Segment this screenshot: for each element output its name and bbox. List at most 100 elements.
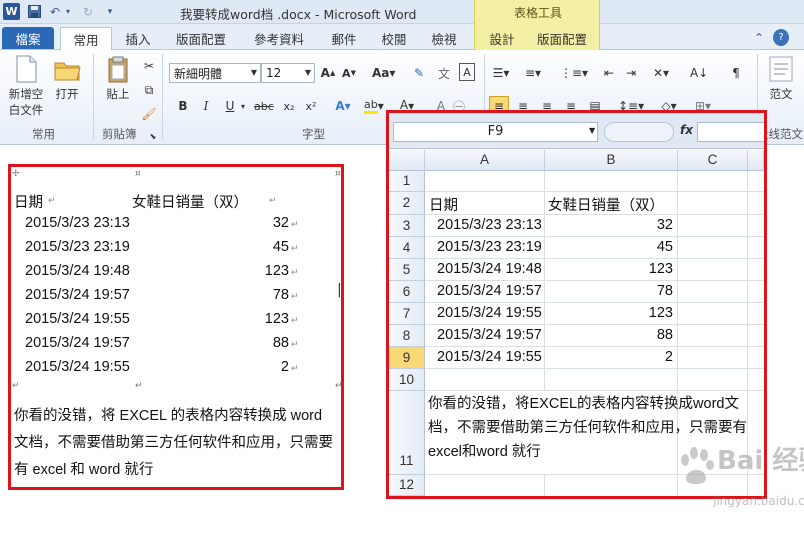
table-cell-date[interactable]: 2015/3/24 19:55 (25, 311, 130, 327)
column-header-b[interactable]: B (545, 150, 678, 171)
row-header[interactable]: 12 (389, 475, 425, 496)
cell-date[interactable]: 2015/3/24 19:48 (437, 261, 542, 277)
table-cell-date[interactable]: 2015/3/23 23:13 (25, 215, 130, 231)
text-effects-icon[interactable]: A▾ (334, 96, 352, 116)
subscript-icon[interactable]: x₂ (280, 96, 298, 116)
row-header[interactable]: 11 (389, 391, 425, 475)
tab-page-layout[interactable]: 版面配置 (170, 27, 232, 49)
table-cell-value[interactable]: 32 (273, 215, 289, 231)
cell-date[interactable]: 2015/3/23 23:19 (437, 239, 542, 255)
row-header[interactable]: 5 (389, 259, 425, 281)
show-formatting-marks-icon[interactable]: ¶ (727, 63, 745, 83)
chevron-down-icon[interactable]: ▼ (589, 126, 595, 135)
numbering-icon[interactable]: ≡▾ (524, 63, 542, 83)
row-header[interactable]: 7 (389, 303, 425, 325)
table-cell-value[interactable]: 88 (273, 335, 289, 351)
cell-b2[interactable]: 女鞋日销量（双） (548, 194, 664, 215)
help-icon[interactable]: ? (773, 29, 789, 46)
cell-value[interactable]: 2 (549, 349, 673, 365)
name-box[interactable]: F9 (393, 122, 598, 142)
redo-icon[interactable]: ↻ (80, 3, 96, 20)
cell-value[interactable]: 45 (549, 239, 673, 255)
table-cell-date[interactable]: 2015/3/24 19:57 (25, 287, 130, 303)
ribbon-minimize-icon[interactable]: ⌃ (752, 29, 766, 46)
formula-input[interactable] (697, 122, 764, 142)
tab-insert[interactable]: 插入 (118, 27, 158, 49)
column-header-a[interactable]: A (425, 150, 545, 171)
cut-icon[interactable]: ✂ (140, 56, 158, 76)
increase-indent-icon[interactable]: ⇥ (622, 63, 640, 83)
copy-icon[interactable]: ⧉ (140, 80, 158, 100)
clear-format-icon[interactable]: ✎ (410, 63, 428, 83)
cell-value[interactable]: 78 (549, 283, 673, 299)
select-all-corner[interactable] (389, 150, 425, 171)
table-cell-value[interactable]: 123 (265, 263, 289, 279)
strikethrough-icon[interactable]: abc (254, 96, 274, 116)
row-header[interactable]: 10 (389, 369, 425, 391)
cell-a2[interactable]: 日期 (429, 194, 458, 215)
row-header[interactable]: 8 (389, 325, 425, 347)
table-cell-date[interactable]: 2015/3/24 19:57 (25, 335, 130, 351)
cell-date[interactable]: 2015/3/24 19:55 (437, 349, 542, 365)
open-button[interactable]: 打开 (50, 54, 84, 102)
row-header[interactable]: 2 (389, 192, 425, 215)
phonetic-guide-icon[interactable]: 文 (435, 63, 453, 83)
tab-references[interactable]: 參考資料 (248, 27, 310, 49)
font-name-combo[interactable]: 新細明體 ▼ (169, 63, 261, 83)
font-size-combo[interactable]: 12 ▼ (261, 63, 315, 83)
cell-date[interactable]: 2015/3/24 19:57 (437, 283, 542, 299)
cell-value[interactable]: 123 (549, 261, 673, 277)
cell-value[interactable]: 88 (549, 327, 673, 343)
character-border-icon[interactable]: A (459, 63, 475, 81)
tab-home[interactable]: 常用 (60, 27, 112, 50)
table-cell-value[interactable]: 78 (273, 287, 289, 303)
underline-icon[interactable]: U (221, 96, 239, 116)
italic-icon[interactable]: I (197, 96, 215, 116)
cell-date[interactable]: 2015/3/23 23:13 (437, 217, 542, 233)
asian-layout-icon[interactable]: ✕▾ (652, 63, 670, 83)
table-cell-value[interactable]: 2 (281, 359, 289, 375)
header-date[interactable]: 日期 (14, 191, 43, 212)
column-header-c[interactable]: C (678, 150, 748, 171)
row-header[interactable]: 1 (389, 171, 425, 192)
superscript-icon[interactable]: x² (302, 96, 320, 116)
row-header[interactable]: 3 (389, 215, 425, 237)
cell-value[interactable]: 123 (549, 305, 673, 321)
new-blank-document-button[interactable]: 新增空 白文件 (4, 54, 48, 118)
cell-date[interactable]: 2015/3/24 19:55 (437, 305, 542, 321)
table-cell-date[interactable]: 2015/3/23 23:19 (25, 239, 130, 255)
tab-table-design[interactable]: 設計 (482, 27, 522, 49)
decrease-indent-icon[interactable]: ⇤ (600, 63, 618, 83)
header-sales[interactable]: 女鞋日销量（双） (132, 191, 248, 212)
row-header[interactable]: 4 (389, 237, 425, 259)
row-header-selected[interactable]: 9 (389, 347, 425, 369)
word-note-paragraph[interactable]: 你看的没错，将 EXCEL 的表格内容转换成 word 文档，不需要借助第三方任… (14, 403, 339, 484)
chevron-down-icon[interactable]: ▾ (238, 96, 248, 116)
cell-value[interactable]: 32 (549, 217, 673, 233)
column-header-partial[interactable] (748, 150, 764, 171)
tab-file[interactable]: 檔案 (2, 27, 54, 49)
format-painter-icon[interactable]: 🖌 (140, 104, 158, 124)
table-cell-date[interactable]: 2015/3/24 19:55 (25, 359, 130, 375)
bullets-icon[interactable]: ☰▾ (492, 63, 510, 83)
sort-icon[interactable]: A↓ (690, 63, 708, 83)
tab-view[interactable]: 檢視 (424, 27, 464, 49)
insert-function-icon[interactable]: fx (680, 123, 693, 137)
undo-icon[interactable]: ↶ (47, 3, 63, 20)
table-cell-date[interactable]: 2015/3/24 19:48 (25, 263, 130, 279)
tab-mailings[interactable]: 郵件 (324, 27, 364, 49)
cell-date[interactable]: 2015/3/24 19:57 (437, 327, 542, 343)
word-app-icon[interactable]: W (3, 3, 20, 20)
tab-table-layout[interactable]: 版面配置 (530, 27, 594, 49)
customize-toolbar-icon[interactable]: ▾ (104, 3, 116, 20)
grow-font-icon[interactable]: A ▲ (319, 63, 337, 83)
row-header[interactable]: 6 (389, 281, 425, 303)
change-case-icon[interactable]: Aa▾ (372, 63, 395, 83)
table-cell-value[interactable]: 123 (265, 311, 289, 327)
formula-bar-splitter[interactable] (604, 122, 674, 142)
clipboard-launcher-icon[interactable]: ⬊ (148, 126, 158, 146)
tab-review[interactable]: 校閱 (374, 27, 414, 49)
table-move-handle-icon[interactable]: ✢ (12, 169, 20, 179)
style-gallery-item[interactable]: 范文 (762, 54, 800, 102)
bold-icon[interactable]: B (174, 96, 192, 116)
